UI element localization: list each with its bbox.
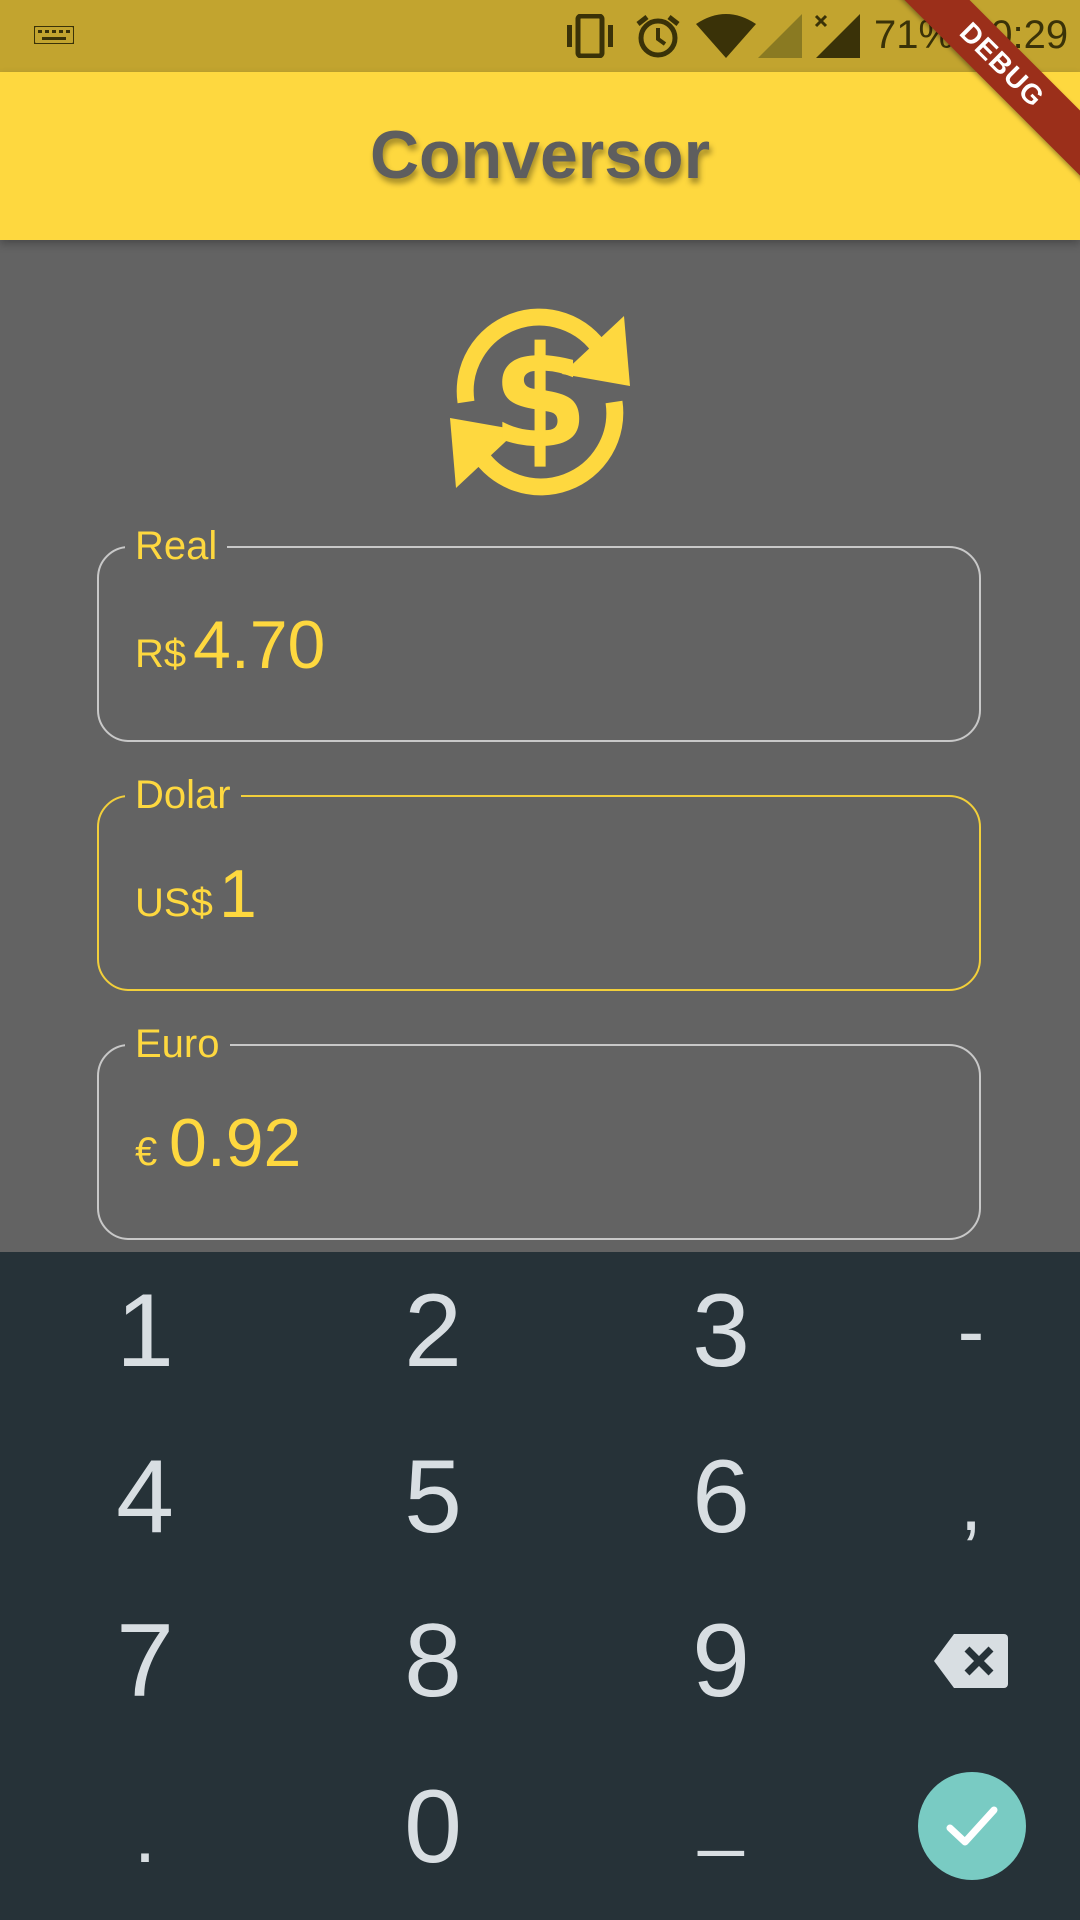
signal-no-data-icon xyxy=(814,14,860,58)
key-4[interactable]: 4 xyxy=(10,1414,280,1580)
euro-field[interactable]: Euro € 0.92 xyxy=(97,1014,981,1240)
euro-value: 0.92 xyxy=(169,1105,302,1181)
alarm-icon xyxy=(636,15,680,58)
key-0[interactable]: 0 xyxy=(298,1744,568,1910)
key-space[interactable]: _ xyxy=(586,1730,856,1896)
wifi-icon xyxy=(696,14,756,58)
app-screen: 71% 10:29 Conversor DEBUG $ Real R$ 4.70… xyxy=(0,0,1080,1920)
key-1[interactable]: 1 xyxy=(10,1248,280,1414)
euro-prefix: € xyxy=(135,1130,158,1174)
dolar-field-label: Dolar xyxy=(125,765,241,825)
key-9[interactable]: 9 xyxy=(586,1578,856,1744)
key-period[interactable]: . xyxy=(10,1752,280,1918)
key-5[interactable]: 5 xyxy=(298,1414,568,1580)
backspace-key[interactable] xyxy=(836,1578,1080,1744)
currency-exchange-icon: $ xyxy=(450,308,630,496)
real-field[interactable]: Real R$ 4.70 xyxy=(97,516,981,742)
backspace-icon xyxy=(934,1634,1008,1688)
check-icon xyxy=(946,1806,998,1846)
keyboard-icon xyxy=(34,26,74,44)
key-2[interactable]: 2 xyxy=(298,1248,568,1414)
key-3[interactable]: 3 xyxy=(586,1248,856,1414)
confirm-button[interactable] xyxy=(918,1772,1026,1880)
dolar-field[interactable]: Dolar US$ 1 xyxy=(97,765,981,991)
key-minus[interactable]: - xyxy=(836,1248,1080,1414)
euro-field-label: Euro xyxy=(125,1014,230,1074)
real-field-label: Real xyxy=(125,516,228,576)
key-7[interactable]: 7 xyxy=(10,1578,280,1744)
app-bar: Conversor xyxy=(0,72,1080,240)
svg-text:$: $ xyxy=(491,317,588,480)
key-8[interactable]: 8 xyxy=(298,1578,568,1744)
key-comma[interactable]: , xyxy=(836,1420,1080,1586)
real-value: 4.70 xyxy=(193,607,326,683)
dolar-value: 1 xyxy=(219,856,257,932)
dolar-prefix: US$ xyxy=(135,881,213,925)
vibrate-icon xyxy=(567,14,613,58)
real-prefix: R$ xyxy=(135,632,187,676)
page-title: Conversor xyxy=(369,117,711,193)
signal-icon xyxy=(758,14,802,58)
key-6[interactable]: 6 xyxy=(586,1414,856,1580)
